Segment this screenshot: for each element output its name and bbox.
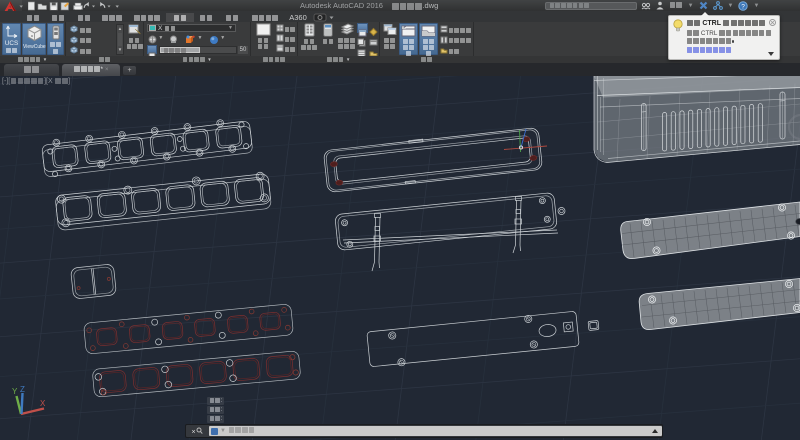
svg-text:X: X [40, 399, 46, 408]
svg-text:Y: Y [12, 387, 18, 396]
svg-text:Z: Z [20, 385, 25, 394]
svg-text:?: ? [742, 3, 746, 10]
